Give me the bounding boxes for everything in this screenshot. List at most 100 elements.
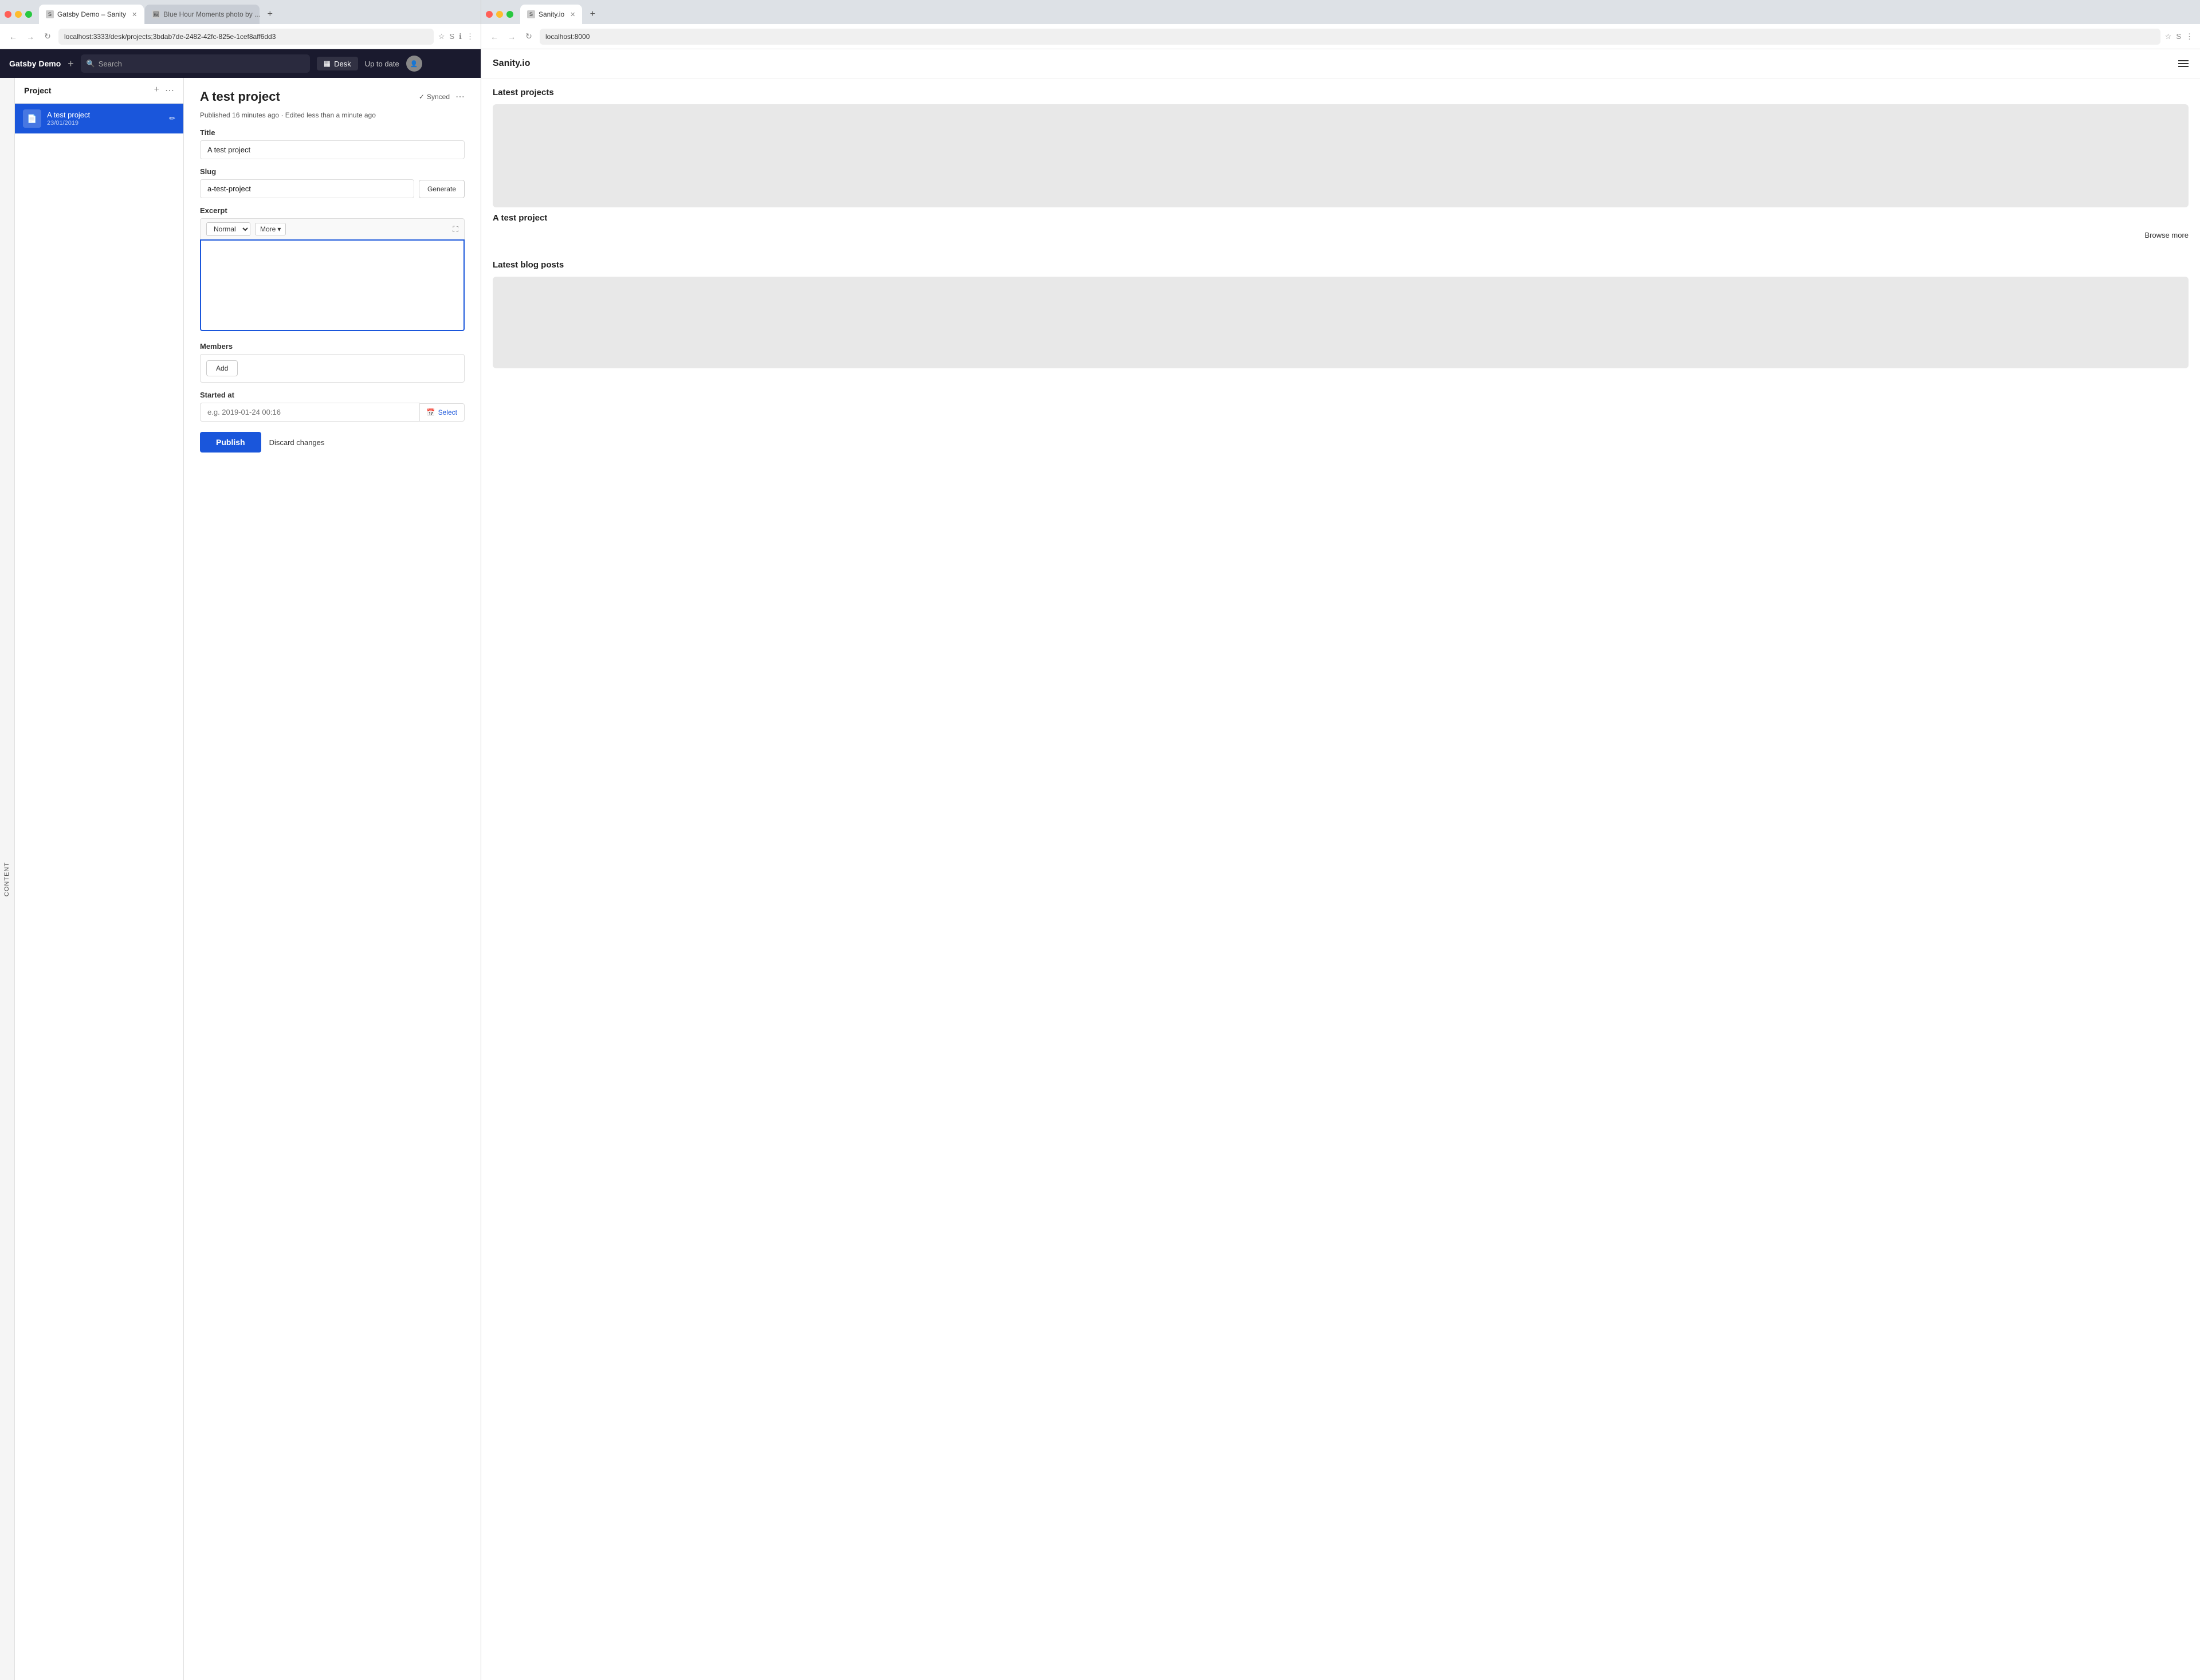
excerpt-field-label: Excerpt — [200, 206, 465, 215]
excerpt-textarea[interactable] — [200, 239, 465, 331]
right-fullscreen-button[interactable] — [506, 11, 513, 18]
traffic-lights — [5, 11, 32, 18]
desk-label: Desk — [334, 60, 351, 68]
tab2-label: Blue Hour Moments photo by ... — [163, 10, 260, 18]
more-toolbar-button[interactable]: More ▾ — [255, 223, 286, 235]
search-placeholder: Search — [99, 60, 122, 68]
project-menu-button[interactable]: ⋯ — [165, 85, 174, 96]
search-bar[interactable]: 🔍 Search — [81, 54, 310, 73]
desk-button[interactable]: ▦ Desk — [317, 57, 358, 70]
desk-icon: ▦ — [324, 59, 331, 68]
right-refresh-button[interactable]: ↻ — [522, 30, 535, 43]
calendar-icon: 📅 — [427, 408, 435, 416]
project-list-item[interactable]: 📄 A test project 23/01/2019 ✏ — [15, 104, 183, 133]
discard-button[interactable]: Discard changes — [269, 438, 325, 447]
left-address-bar: ← → ↻ ☆ S ℹ ⋮ — [0, 24, 481, 49]
right-tab-close-button[interactable]: ✕ — [570, 11, 575, 18]
sync-indicator: ✓ Synced — [419, 93, 450, 101]
tab2-favicon: 🖼 — [152, 10, 160, 18]
select-date-button[interactable]: 📅 Select — [420, 403, 465, 422]
fullscreen-window-button[interactable] — [25, 11, 32, 18]
add-document-button[interactable]: + — [154, 85, 159, 96]
right-profile-icon[interactable]: S — [2176, 32, 2181, 41]
right-tab-label: Sanity.io — [539, 10, 564, 18]
left-tab-bar: S Gatsby Demo – Sanity ✕ 🖼 Blue Hour Mom… — [0, 0, 481, 24]
text-style-select[interactable]: Normal — [206, 222, 250, 236]
date-input[interactable] — [200, 403, 420, 422]
project-item-name: A test project — [47, 111, 163, 119]
doc-topbar: A test project ✓ Synced ⋯ — [200, 89, 465, 104]
project-name-label: A test project — [493, 213, 2189, 223]
active-tab[interactable]: S Gatsby Demo – Sanity ✕ — [39, 5, 144, 24]
expand-editor-button[interactable]: ⛶ — [453, 225, 458, 234]
info-icon[interactable]: ℹ — [459, 32, 462, 41]
sanity-header: Sanity.io — [481, 49, 2200, 78]
browse-more-link[interactable]: Browse more — [493, 229, 2189, 242]
minimize-window-button[interactable] — [15, 11, 22, 18]
right-back-button[interactable]: ← — [488, 30, 501, 43]
title-field-label: Title — [200, 128, 465, 137]
doc-meta: Published 16 minutes ago · Edited less t… — [200, 111, 465, 119]
more-chevron-icon: ▾ — [277, 225, 281, 233]
right-address-icons: ☆ S ⋮ — [2165, 32, 2193, 41]
doc-menu-button[interactable]: ⋯ — [455, 91, 465, 103]
sync-status: Up to date — [365, 60, 399, 68]
blog-image-card — [493, 277, 2189, 368]
inactive-tab[interactable]: 🖼 Blue Hour Moments photo by ... ✕ — [145, 5, 260, 24]
members-field-label: Members — [200, 342, 465, 351]
select-label: Select — [438, 408, 457, 416]
project-item-icon: 📄 — [23, 109, 41, 128]
right-menu-icon[interactable]: ⋮ — [2186, 32, 2193, 41]
profile-icon[interactable]: S — [449, 32, 454, 41]
generate-slug-button[interactable]: Generate — [419, 180, 465, 198]
title-input[interactable] — [200, 140, 465, 159]
address-input[interactable] — [58, 29, 434, 45]
started-at-row: 📅 Select — [200, 403, 465, 422]
right-address-input[interactable] — [540, 29, 2160, 45]
project-panel-title: Project — [24, 86, 154, 95]
latest-projects-section: Latest projects A test project Browse mo… — [481, 78, 2200, 251]
project-item-edit-button[interactable]: ✏ — [169, 114, 175, 123]
forward-button[interactable]: → — [24, 30, 37, 43]
publish-button[interactable]: Publish — [200, 432, 261, 453]
excerpt-toolbar: Normal More ▾ ⛶ — [200, 218, 465, 239]
address-bar-icons: ☆ S ℹ ⋮ — [438, 32, 474, 41]
latest-blog-section: Latest blog posts — [481, 251, 2200, 377]
slug-input[interactable] — [200, 179, 414, 198]
synced-label: Synced — [427, 93, 450, 101]
tab-close-button[interactable]: ✕ — [132, 11, 137, 18]
user-avatar[interactable]: 👤 — [406, 56, 422, 72]
started-at-field-label: Started at — [200, 391, 465, 399]
published-time: Published 16 minutes ago — [200, 111, 279, 119]
project-panel-actions: + ⋯ — [154, 85, 174, 96]
project-panel: Project + ⋯ 📄 A test project 23/01/2019 … — [15, 78, 184, 1680]
app-body: Content Project + ⋯ 📄 A test project 23/… — [0, 78, 481, 1680]
content-sidebar-label: Content — [0, 78, 15, 1680]
sanity-logo: Sanity.io — [493, 58, 531, 69]
new-tab-button[interactable]: + — [263, 7, 277, 21]
right-new-tab-button[interactable]: + — [586, 7, 599, 21]
bookmark-icon[interactable]: ☆ — [438, 32, 445, 41]
publish-bar: Publish Discard changes — [200, 432, 465, 458]
right-active-tab[interactable]: S Sanity.io ✕ — [520, 5, 582, 24]
search-icon: 🔍 — [87, 60, 95, 68]
menu-icon[interactable]: ⋮ — [466, 32, 474, 41]
refresh-button[interactable]: ↻ — [41, 30, 54, 43]
close-window-button[interactable] — [5, 11, 11, 18]
document-title: A test project — [200, 89, 419, 104]
content-label-text: Content — [4, 861, 11, 896]
add-member-button[interactable]: Add — [206, 360, 238, 376]
new-document-button[interactable]: + — [68, 58, 74, 70]
right-tab-bar: S Sanity.io ✕ + — [481, 0, 2200, 24]
right-bookmark-icon[interactable]: ☆ — [2165, 32, 2172, 41]
right-tab-favicon: S — [527, 10, 535, 18]
hamburger-menu-button[interactable] — [2178, 60, 2189, 67]
tab-favicon: S — [46, 10, 54, 18]
project-item-date: 23/01/2019 — [47, 120, 163, 127]
project-panel-header: Project + ⋯ — [15, 78, 183, 104]
members-box: Add — [200, 354, 465, 383]
right-minimize-button[interactable] — [496, 11, 503, 18]
right-forward-button[interactable]: → — [505, 30, 518, 43]
back-button[interactable]: ← — [7, 30, 19, 43]
right-close-button[interactable] — [486, 11, 493, 18]
